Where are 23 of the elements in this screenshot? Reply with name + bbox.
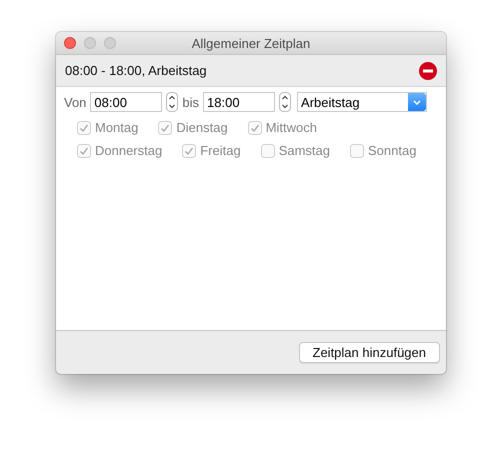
stepper-control[interactable] xyxy=(279,92,292,112)
day-label: Freitag xyxy=(200,143,241,158)
day-label: Samstag xyxy=(278,143,330,158)
day-label: Dienstag xyxy=(176,120,228,135)
to-label: bis xyxy=(182,94,200,110)
day-label: Donnerstag xyxy=(95,143,162,158)
zoom-button[interactable] xyxy=(104,37,116,49)
from-label: Von xyxy=(64,94,86,110)
day-label: Mittwoch xyxy=(266,120,317,135)
day-label: Montag xyxy=(95,120,138,135)
chevron-icon xyxy=(408,93,426,111)
day-label: Sonntag xyxy=(368,143,416,158)
stepper-control[interactable] xyxy=(166,92,178,112)
window-title: Allgemeiner Zeitplan xyxy=(192,36,310,50)
schedule-header[interactable]: 08:00 - 18:00, Arbeitstag xyxy=(56,55,446,87)
to-time-field[interactable]: 18:00 xyxy=(203,92,276,112)
schedule-title: 08:00 - 18:00, Arbeitstag xyxy=(65,63,207,78)
from-time-field[interactable]: 08:00 xyxy=(90,92,162,112)
day-type-dropdown[interactable]: Arbeitstag xyxy=(297,92,428,112)
remove-icon[interactable] xyxy=(419,62,437,80)
close-button[interactable] xyxy=(64,37,76,49)
minimize-button[interactable] xyxy=(84,37,96,49)
add-schedule-button[interactable]: Zeitplan hinzufügen xyxy=(298,342,440,363)
